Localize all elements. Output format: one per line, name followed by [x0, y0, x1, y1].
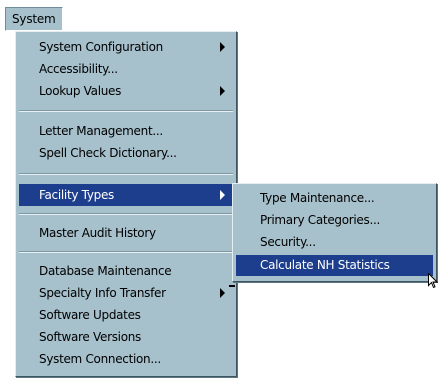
menu-item-spell-check-dictionary[interactable]: Spell Check Dictionary...: [19, 142, 233, 164]
menu-item-label: Specialty Info Transfer: [39, 286, 166, 300]
menu-item-label: Lookup Values: [39, 84, 122, 98]
menu-item-software-updates[interactable]: Software Updates: [19, 304, 233, 326]
menu-item-letter-management[interactable]: Letter Management...: [19, 120, 233, 142]
submenu-item-security[interactable]: Security...: [236, 231, 433, 253]
facility-types-submenu: Type Maintenance... Primary Categories..…: [232, 183, 437, 282]
menu-separator: [19, 251, 233, 253]
menu-item-software-versions[interactable]: Software Versions: [19, 326, 233, 348]
menu-item-label: System Connection...: [39, 352, 161, 366]
submenu-arrow-icon: [220, 42, 225, 52]
menu-item-label: Primary Categories...: [260, 213, 381, 227]
menu-item-label: Master Audit History: [39, 226, 156, 240]
submenu-item-primary-categories[interactable]: Primary Categories...: [236, 209, 433, 231]
menubar-system-label: System: [12, 12, 56, 26]
menu-item-label: Type Maintenance...: [260, 191, 375, 205]
menu-separator: [19, 173, 233, 175]
menu-item-label: Facility Types: [39, 188, 114, 202]
menu-item-label: Accessibility...: [39, 62, 118, 76]
menu-item-database-maintenance[interactable]: Database Maintenance: [19, 260, 233, 282]
menu-item-specialty-info-transfer[interactable]: Specialty Info Transfer: [19, 282, 233, 304]
menu-item-label: Calculate NH Statistics: [260, 258, 390, 272]
menubar-system[interactable]: System: [5, 7, 63, 31]
submenu-item-type-maintenance[interactable]: Type Maintenance...: [236, 187, 433, 209]
menu-item-label: System Configuration: [39, 40, 163, 54]
menu-item-system-configuration[interactable]: System Configuration: [19, 36, 233, 58]
menu-item-label: Spell Check Dictionary...: [39, 146, 177, 160]
submenu-connector: [229, 285, 235, 287]
menu-item-label: Security...: [260, 235, 316, 249]
menu-item-accessibility[interactable]: Accessibility...: [19, 58, 233, 80]
menu-item-label: Software Updates: [39, 308, 141, 322]
menu-separator: [19, 110, 233, 112]
menu-item-label: Software Versions: [39, 330, 141, 344]
menu-item-system-connection[interactable]: System Connection...: [19, 348, 233, 370]
submenu-arrow-icon: [220, 190, 225, 200]
menu-item-label: Letter Management...: [39, 124, 163, 138]
mouse-cursor-icon: [428, 273, 438, 289]
submenu-arrow-icon: [220, 86, 225, 96]
system-menu: System Configuration Accessibility... Lo…: [15, 31, 237, 377]
menu-item-lookup-values[interactable]: Lookup Values: [19, 80, 233, 102]
submenu-arrow-icon: [220, 288, 225, 298]
submenu-item-calculate-nh-statistics[interactable]: Calculate NH Statistics: [236, 255, 433, 276]
menu-item-facility-types[interactable]: Facility Types: [19, 184, 233, 206]
menu-item-label: Database Maintenance: [39, 264, 172, 278]
menu-separator: [19, 213, 233, 215]
menu-item-master-audit-history[interactable]: Master Audit History: [19, 222, 233, 244]
